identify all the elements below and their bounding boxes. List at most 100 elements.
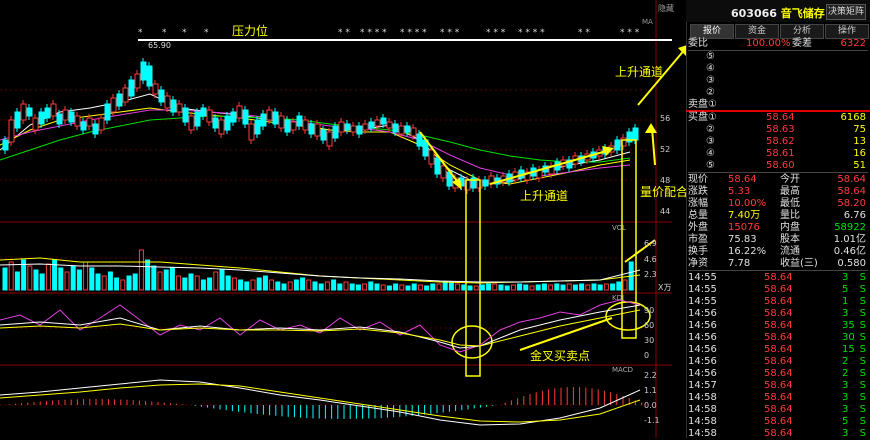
volume-bar	[517, 283, 523, 291]
volume-bar	[585, 284, 591, 291]
high-price-label: 65.90	[148, 41, 171, 50]
tab-quote[interactable]: 报价	[690, 24, 734, 39]
candle	[146, 65, 153, 87]
candle	[80, 121, 87, 131]
candle	[230, 111, 237, 123]
volume-bar	[616, 281, 622, 291]
volume-bar	[436, 283, 442, 291]
candle	[8, 119, 15, 143]
candle	[344, 123, 351, 131]
volume-bar	[492, 283, 498, 291]
kdj-tick-90: 90	[644, 306, 654, 315]
volume-bar	[331, 279, 337, 291]
kline-chart[interactable]: * * * * * * * * * * * * * * * * * * * * * * * *…	[0, 0, 686, 438]
volume-bar	[138, 249, 144, 291]
quote-row: 涨跌 5.33 最高 58.64	[688, 186, 866, 197]
svg-text:*: *	[204, 28, 209, 38]
candle	[272, 111, 279, 125]
kdj-label: KDJ	[612, 294, 624, 302]
volume-bar	[566, 283, 572, 291]
candle	[326, 131, 333, 147]
candle	[224, 115, 231, 131]
tick-row: 14:56 58.64 3 S	[688, 308, 866, 319]
volume-bar	[461, 284, 467, 291]
volume-bar	[306, 279, 312, 291]
svg-text:* * *: * * *	[620, 28, 640, 38]
volume-bar	[529, 285, 535, 291]
quote-row: 涨幅 10.00% 最低 58.20	[688, 198, 866, 209]
volume-bar	[39, 273, 45, 291]
macd-tick-2: 1.1	[644, 386, 657, 395]
volume-bar	[504, 285, 510, 291]
candle	[296, 115, 303, 127]
tick-row: 14:58 58.64 3 S	[688, 392, 866, 403]
candle	[56, 113, 63, 125]
svg-text:*: *	[182, 28, 187, 38]
volume-bar	[58, 267, 64, 291]
candle	[368, 121, 375, 129]
volume-bar	[405, 285, 411, 291]
volume-bar	[182, 277, 188, 291]
volume-bar	[188, 273, 194, 291]
volume-bar	[256, 277, 262, 291]
volume-bar	[548, 284, 554, 291]
candle	[92, 123, 99, 135]
tick-row: 14:55 58.64 3 S	[688, 272, 866, 283]
candle	[614, 139, 621, 151]
sell-2: ②	[706, 87, 715, 98]
candle	[398, 125, 405, 135]
volume-match-label: 量价配合	[640, 184, 686, 199]
volume-bar	[207, 277, 213, 291]
svg-text:* *: * *	[578, 28, 590, 38]
tab-funds[interactable]: 资金	[735, 24, 779, 39]
volume-bar	[169, 267, 175, 291]
candle	[134, 73, 141, 89]
volume-bar	[349, 283, 355, 291]
buy-level-1: 买盘① 58.64 6168	[688, 112, 866, 123]
volume-bar	[486, 283, 492, 291]
candle	[362, 123, 369, 131]
volume-bar	[467, 285, 473, 291]
volume-bar	[287, 281, 293, 291]
volume-bar	[107, 271, 113, 291]
volume-bar	[33, 269, 39, 291]
svg-text:* * * *: * * * *	[518, 28, 545, 38]
candle	[410, 127, 417, 137]
candle	[254, 119, 261, 135]
price-tick-52: 52	[660, 145, 670, 154]
candle	[314, 123, 321, 137]
quote-row: 外盘 15076 内盘 58922	[688, 222, 866, 233]
candle	[26, 107, 33, 117]
volume-bar	[343, 281, 349, 291]
volume-bar	[27, 265, 33, 291]
volume-bar	[14, 271, 20, 291]
sell-4: ④	[706, 63, 715, 74]
quote-row: 总量 7.40万 量比 6.76	[688, 210, 866, 221]
volume-bar	[163, 269, 169, 291]
volume-bar	[70, 265, 76, 291]
svg-text:*: *	[162, 28, 167, 38]
tab-analysis[interactable]: 分析	[780, 24, 824, 39]
volume-bar	[132, 273, 138, 291]
vol-unit: X万	[658, 283, 671, 292]
volume-bar	[510, 284, 516, 291]
candle	[440, 165, 447, 179]
decision-matrix-button[interactable]: 决策矩阵	[826, 4, 866, 20]
candle	[182, 107, 189, 123]
volume-bar	[597, 284, 603, 291]
candle	[158, 89, 165, 103]
tick-row: 14:55 58.64 1 S	[688, 296, 866, 307]
buy-level-4: ④ 58.61 16	[706, 148, 866, 159]
volume-bar	[76, 269, 82, 291]
tick-row: 14:58 58.64 3 S	[688, 428, 866, 439]
candle	[302, 119, 309, 131]
macd-tick-1: 2.2	[644, 371, 657, 380]
candle	[248, 123, 255, 141]
tab-operate[interactable]: 操作	[825, 24, 869, 39]
quote-row: 市盈 75.83 股本 1.01亿	[688, 234, 866, 245]
candle	[374, 119, 381, 127]
volume-bar	[324, 281, 330, 291]
candle	[308, 123, 315, 135]
svg-text:* * * *: * * * *	[400, 28, 427, 38]
volume-bar	[591, 283, 597, 291]
